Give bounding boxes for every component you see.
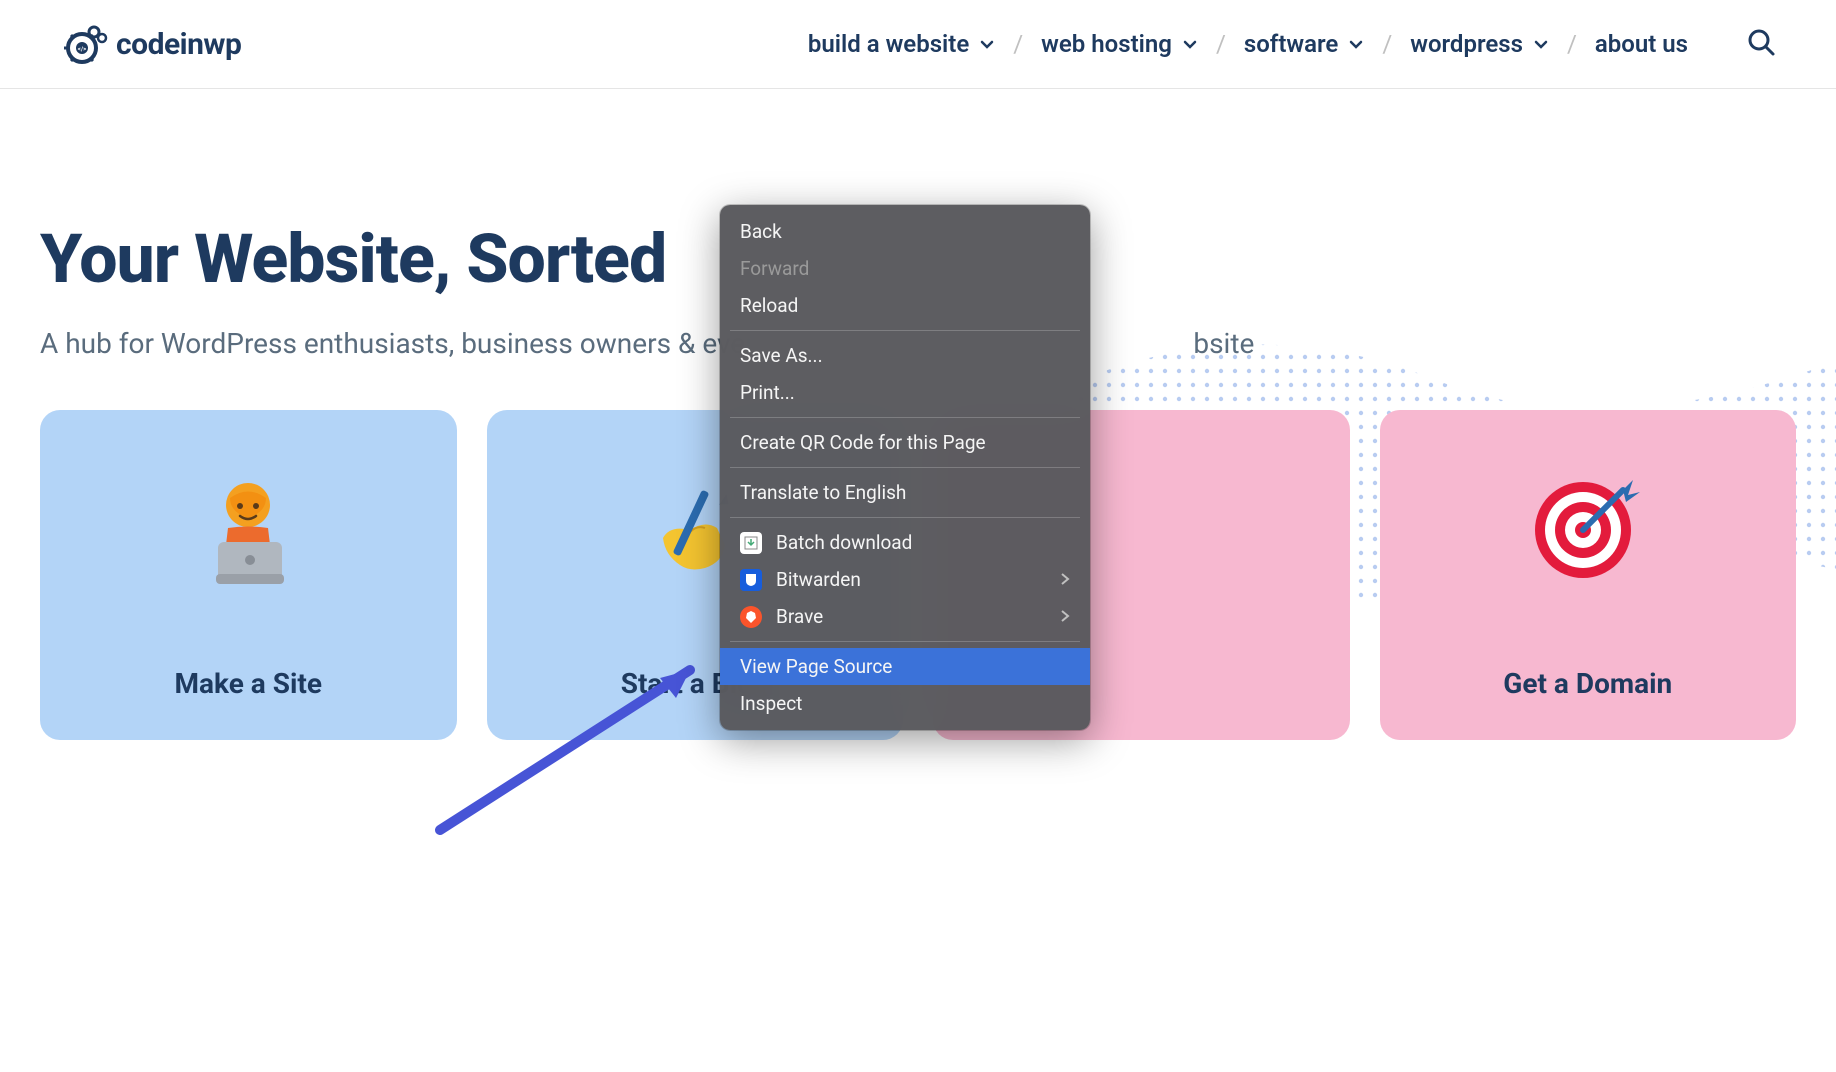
logo-text: codeinwp xyxy=(116,27,241,62)
nav-label: build a website xyxy=(808,30,969,58)
context-menu: Back Forward Reload Save As... Print... … xyxy=(720,205,1090,730)
nav-separator: / xyxy=(1567,30,1577,58)
card-make-site[interactable]: Make a Site xyxy=(40,410,457,740)
nav-separator: / xyxy=(1013,30,1023,58)
card-title: Make a Site xyxy=(175,667,322,700)
nav-label: about us xyxy=(1595,30,1688,58)
chevron-down-icon xyxy=(1348,30,1364,58)
menu-item-translate[interactable]: Translate to English xyxy=(720,474,1090,511)
nav-item-software[interactable]: software xyxy=(1244,30,1364,58)
chevron-right-icon xyxy=(1060,605,1070,628)
chevron-right-icon xyxy=(1060,568,1070,591)
brave-icon xyxy=(740,606,762,628)
search-button[interactable] xyxy=(1746,27,1776,61)
menu-item-view-page-source[interactable]: View Page Source xyxy=(720,648,1090,685)
nav-item-web-hosting[interactable]: web hosting xyxy=(1041,30,1198,58)
menu-item-forward: Forward xyxy=(720,250,1090,287)
site-header: </> codeinwp build a website / web hosti… xyxy=(0,0,1836,89)
nav-item-wordpress[interactable]: wordpress xyxy=(1410,30,1549,58)
nav-label: wordpress xyxy=(1410,30,1523,58)
person-laptop-icon xyxy=(188,470,308,590)
menu-item-print[interactable]: Print... xyxy=(720,374,1090,411)
menu-separator xyxy=(730,517,1080,518)
chevron-down-icon xyxy=(1533,30,1549,58)
logo-icon: </> xyxy=(60,20,108,68)
hidden-icon xyxy=(1081,470,1201,590)
svg-text:</>: </> xyxy=(78,46,86,53)
nav-item-about-us[interactable]: about us xyxy=(1595,30,1688,58)
batch-download-icon xyxy=(740,532,762,554)
nav-separator: / xyxy=(1216,30,1226,58)
menu-item-save-as[interactable]: Save As... xyxy=(720,337,1090,374)
menu-item-brave[interactable]: Brave xyxy=(720,598,1090,635)
nav-item-build-website[interactable]: build a website xyxy=(808,30,995,58)
nav-separator: / xyxy=(1382,30,1392,58)
card-title: Get a Domain xyxy=(1503,667,1672,700)
target-dart-icon xyxy=(1528,470,1648,590)
menu-item-bitwarden[interactable]: Bitwarden xyxy=(720,561,1090,598)
search-icon xyxy=(1746,27,1776,57)
menu-item-batch-download[interactable]: Batch download xyxy=(720,524,1090,561)
nav-label: software xyxy=(1244,30,1338,58)
card-get-domain[interactable]: Get a Domain xyxy=(1380,410,1797,740)
main-nav: build a website / web hosting / software… xyxy=(808,27,1776,61)
menu-item-reload[interactable]: Reload xyxy=(720,287,1090,324)
menu-separator xyxy=(730,417,1080,418)
chevron-down-icon xyxy=(979,30,995,58)
menu-item-inspect[interactable]: Inspect xyxy=(720,685,1090,722)
menu-separator xyxy=(730,641,1080,642)
chevron-down-icon xyxy=(1182,30,1198,58)
bitwarden-icon xyxy=(740,569,762,591)
menu-separator xyxy=(730,467,1080,468)
nav-label: web hosting xyxy=(1041,30,1172,58)
menu-separator xyxy=(730,330,1080,331)
logo[interactable]: </> codeinwp xyxy=(60,20,241,68)
menu-item-back[interactable]: Back xyxy=(720,213,1090,250)
menu-item-create-qr[interactable]: Create QR Code for this Page xyxy=(720,424,1090,461)
